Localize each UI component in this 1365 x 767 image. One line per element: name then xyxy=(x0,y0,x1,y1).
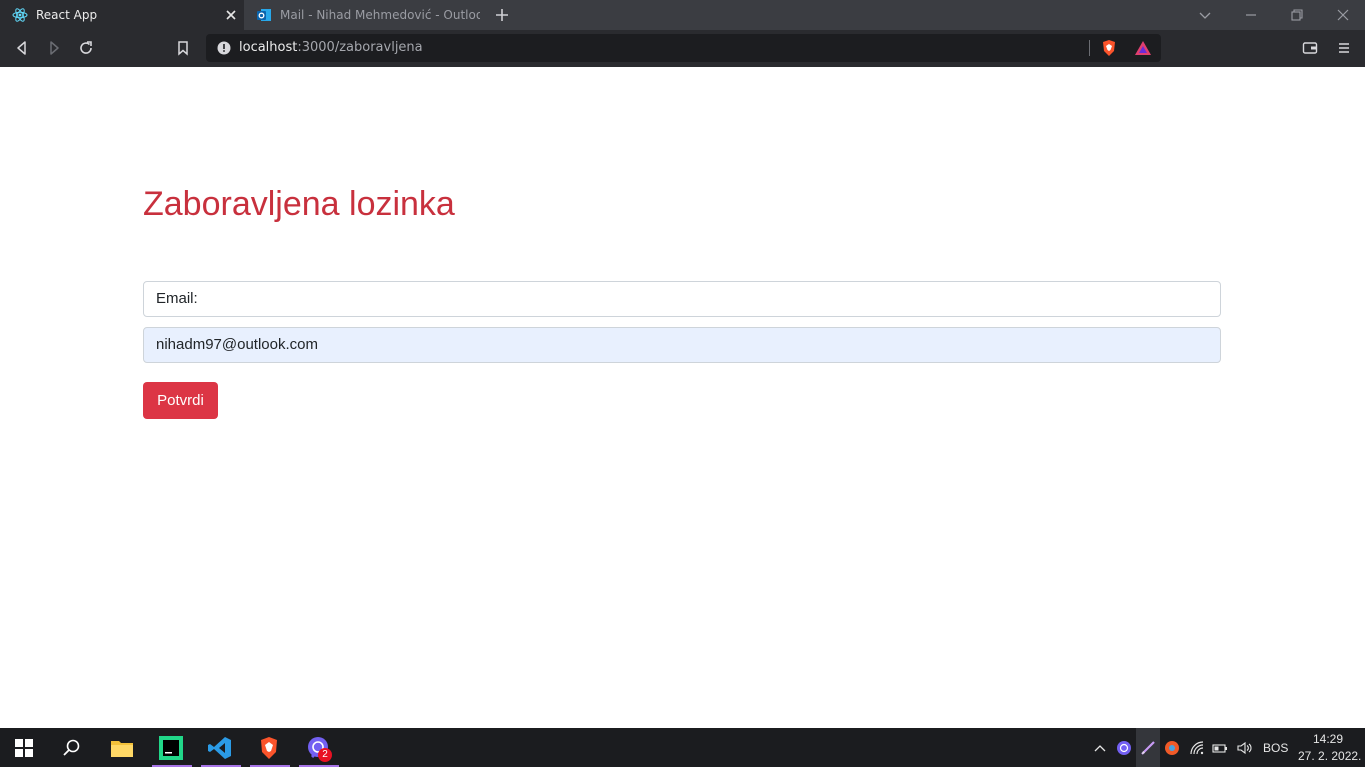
react-icon xyxy=(12,7,28,23)
vscode-icon[interactable] xyxy=(208,736,232,760)
start-icon[interactable] xyxy=(12,736,36,760)
input-language[interactable]: BOS xyxy=(1263,741,1288,755)
page-title: Zaboravljena lozinka xyxy=(143,185,455,223)
viber-badge: 2 xyxy=(318,748,332,762)
brave-shields-icon[interactable] xyxy=(1100,39,1118,57)
page-content: Zaboravljena lozinka Email: nihadm97@out… xyxy=(0,67,1365,728)
submit-button[interactable]: Potvrdi xyxy=(143,382,218,419)
minimize-icon[interactable] xyxy=(1243,7,1259,23)
windows-taskbar: 2 BOS 14:29 27. 2. 2022. xyxy=(0,728,1365,767)
back-icon[interactable] xyxy=(14,40,30,56)
volume-icon[interactable] xyxy=(1236,740,1252,756)
close-window-icon[interactable] xyxy=(1335,7,1351,23)
clock-time[interactable]: 14:29 xyxy=(1313,732,1343,746)
bookmark-icon[interactable] xyxy=(175,40,191,56)
show-hidden-icons-icon[interactable] xyxy=(1092,740,1108,756)
email-label: Email: xyxy=(143,281,1221,317)
tab-react-app[interactable]: React App xyxy=(0,0,244,30)
viber-tray-icon[interactable] xyxy=(1116,740,1132,756)
forward-icon[interactable] xyxy=(46,40,62,56)
site-info-icon[interactable] xyxy=(216,40,232,56)
brave-icon[interactable] xyxy=(257,736,281,760)
restore-icon[interactable] xyxy=(1289,7,1305,23)
tab-search-chevron-icon[interactable] xyxy=(1197,7,1213,23)
wallet-icon[interactable] xyxy=(1302,40,1318,56)
app-tray-icon[interactable] xyxy=(1164,740,1180,756)
browser-tab-strip: React App Mail - Nihad Mehmedović - Outl… xyxy=(0,0,1365,30)
outlook-icon xyxy=(256,7,272,23)
wifi-icon[interactable] xyxy=(1189,740,1205,756)
pycharm-icon[interactable] xyxy=(159,736,183,760)
viber-icon[interactable]: 2 xyxy=(306,736,332,762)
reload-icon[interactable] xyxy=(78,40,94,56)
new-tab-icon[interactable] xyxy=(494,7,510,23)
address-bar[interactable]: localhost:3000/zaboravljena xyxy=(206,34,1161,62)
file-explorer-icon[interactable] xyxy=(110,736,134,760)
tab-outlook-mail[interactable]: Mail - Nihad Mehmedović - Outlook xyxy=(244,0,480,30)
menu-icon[interactable] xyxy=(1336,40,1352,56)
url-host: localhost xyxy=(239,40,298,55)
tab-title: Mail - Nihad Mehmedović - Outlook xyxy=(280,8,480,22)
email-field[interactable]: nihadm97@outlook.com xyxy=(143,327,1221,363)
clock-date[interactable]: 27. 2. 2022. xyxy=(1298,749,1361,763)
url-text: localhost:3000/zaboravljena xyxy=(239,34,423,62)
tab-title: React App xyxy=(36,8,98,22)
close-tab-icon[interactable] xyxy=(224,8,238,22)
search-icon[interactable] xyxy=(60,736,84,760)
pen-tray-icon[interactable] xyxy=(1140,740,1156,756)
battery-icon[interactable] xyxy=(1212,740,1228,756)
url-path: :3000/zaboravljena xyxy=(297,40,423,55)
address-bar-divider xyxy=(1089,40,1090,56)
brave-rewards-icon[interactable] xyxy=(1134,39,1152,57)
